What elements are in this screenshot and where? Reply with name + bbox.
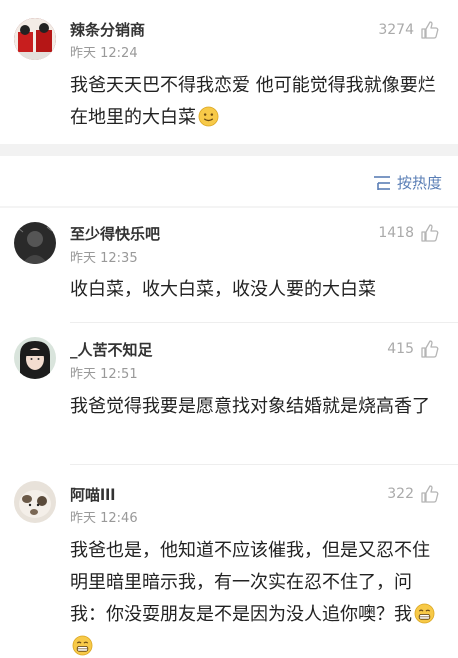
comment-text: 收白菜，收大白菜，收没人要的大白菜 [70, 274, 442, 306]
like-count: 1418 [378, 225, 414, 241]
comment-time: 昨天 12:35 [70, 251, 138, 266]
comment-item: _人苦不知足 昨天 12:51 415 我爸觉得我要是愿意找对象结婚就是烧高香了 [0, 323, 458, 463]
comment-text-content: 收白菜，收大白菜，收没人要的大白菜 [70, 279, 376, 300]
comment-text: 我爸觉得我要是愿意找对象结婚就是烧高香了 [70, 391, 442, 423]
comment-text-content: 我爸觉得我要是愿意找对象结婚就是烧高香了 [70, 396, 430, 417]
comment-time: 昨天 12:24 [70, 46, 138, 61]
like-count: 415 [387, 341, 414, 357]
avatar[interactable] [14, 222, 56, 264]
sort-lines-icon [373, 175, 390, 190]
comment-text: 我爸也是，他知道不应该催我，但是又忍不住明里暗里暗示我，有一次实在忍不住了，问我… [70, 535, 442, 658]
smile-emoji [198, 106, 219, 127]
comment-item: 至少得快乐吧 昨天 12:35 1418 收白菜，收大白菜，收没人要的大白菜 [0, 208, 458, 318]
avatar-image [14, 337, 56, 379]
thumbs-up-icon [421, 224, 439, 242]
avatar-image [14, 18, 56, 60]
like-count: 322 [387, 486, 414, 502]
avatar-image [14, 481, 56, 523]
sort-button[interactable]: 按热度 [373, 172, 442, 193]
section-divider [0, 144, 458, 156]
like-button[interactable]: 3274 [378, 20, 440, 40]
comment-item: 阿喵lll 昨天 12:46 322 我爸也是，他知道不应该催我，但是又忍不住明… [0, 465, 458, 658]
like-button[interactable]: 415 [387, 339, 440, 359]
avatar[interactable] [14, 18, 56, 60]
sort-bar: 按热度 [0, 156, 458, 208]
like-count: 3274 [378, 22, 414, 38]
grin-emoji [414, 603, 435, 624]
username[interactable]: _人苦不知足 [70, 339, 153, 360]
grin-emoji [72, 635, 93, 656]
avatar[interactable] [14, 481, 56, 523]
comment-item: 辣条分销商 昨天 12:24 3274 我爸天天巴不得我恋爱 他可能觉得我就像要… [0, 0, 458, 142]
avatar-image [14, 222, 56, 264]
like-button[interactable]: 1418 [378, 223, 440, 243]
thumbs-up-icon [421, 340, 439, 358]
comment-text: 我爸天天巴不得我恋爱 他可能觉得我就像要烂在地里的大白菜 [70, 70, 442, 134]
comment-time: 昨天 12:51 [70, 367, 138, 382]
avatar[interactable] [14, 337, 56, 379]
comment-text-content: 我爸也是，他知道不应该催我，但是又忍不住明里暗里暗示我，有一次实在忍不住了，问我… [70, 540, 430, 625]
thumbs-up-icon [421, 21, 439, 39]
like-button[interactable]: 322 [387, 484, 440, 504]
sort-label: 按热度 [396, 174, 442, 192]
comment-time: 昨天 12:46 [70, 511, 138, 526]
username[interactable]: 阿喵lll [70, 484, 115, 505]
username[interactable]: 辣条分销商 [70, 19, 145, 40]
comment-text-content: 我爸天天巴不得我恋爱 他可能觉得我就像要烂在地里的大白菜 [70, 75, 436, 128]
thumbs-up-icon [421, 485, 439, 503]
username[interactable]: 至少得快乐吧 [70, 223, 160, 244]
